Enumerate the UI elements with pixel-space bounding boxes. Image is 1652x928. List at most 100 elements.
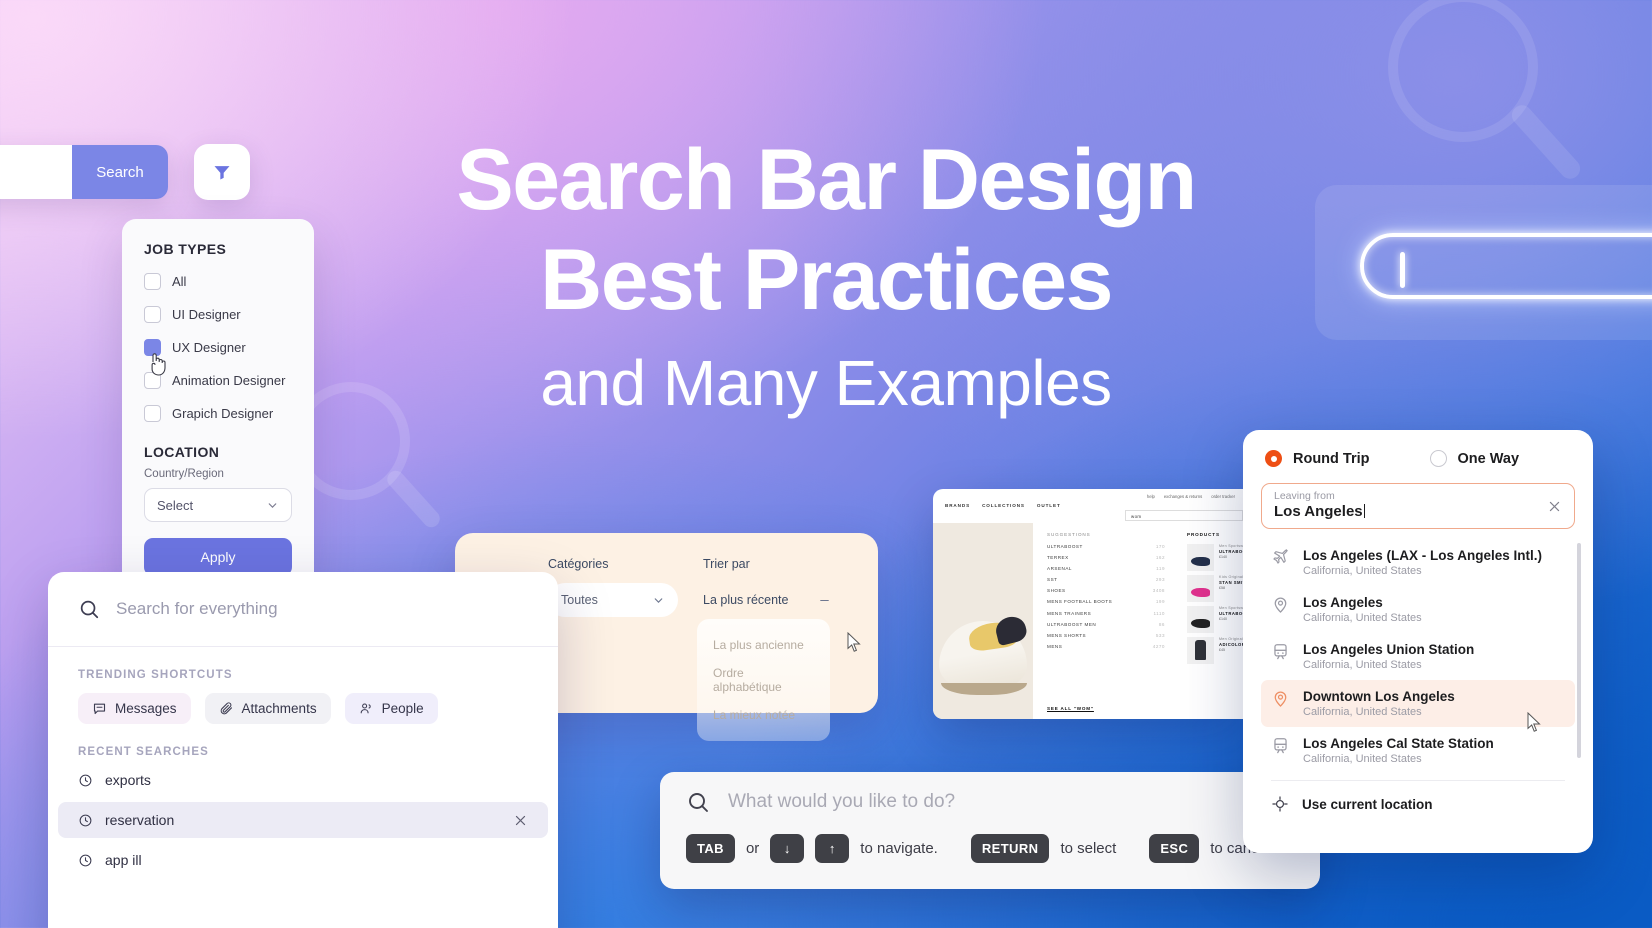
message-icon [93, 703, 106, 715]
location-title: Los Angeles Cal State Station [1303, 736, 1494, 751]
recent-search-item-active[interactable]: reservation [58, 802, 548, 838]
key-arrow-down[interactable]: ↓ [770, 834, 805, 863]
close-icon [515, 815, 526, 825]
product-brand: Men Sportswear [1219, 606, 1243, 610]
nav-outlet[interactable]: OUTLET [1037, 503, 1061, 508]
checkbox-ui-designer[interactable] [144, 306, 161, 323]
search-button[interactable]: Search [72, 145, 168, 199]
paperclip-icon [220, 702, 232, 715]
leaving-from-field[interactable]: Leaving from Los Angeles [1261, 483, 1575, 529]
sort-by-dropdown: La plus ancienne Ordre alphabétique La m… [697, 619, 830, 741]
leaving-from-label: Leaving from [1274, 490, 1335, 502]
use-current-location-button[interactable]: Use current location [1261, 787, 1575, 821]
search-field-group: Search [0, 145, 168, 199]
product-price: £58 [1219, 586, 1225, 591]
location-subtitle: California, United States [1303, 612, 1422, 624]
location-result-lax[interactable]: Los Angeles (LAX - Los Angeles Intl.) Ca… [1261, 539, 1575, 586]
country-region-select[interactable]: Select [144, 488, 292, 522]
job-type-option-all[interactable]: All [144, 273, 292, 290]
radio-round-trip[interactable] [1265, 450, 1282, 467]
clock-icon [79, 854, 92, 866]
location-subtitle: California, United States [1303, 565, 1422, 577]
shortcut-chip-attachments[interactable]: Attachments [204, 693, 331, 724]
shortcut-chip-people[interactable]: People [344, 693, 438, 724]
products-heading: PRODUCTS [1187, 532, 1220, 537]
command-palette: What would you like to do? TAB or ↓ ↑ to… [660, 772, 1320, 889]
job-type-option-grapich-designer[interactable]: Grapich Designer [144, 405, 292, 422]
shoe-thumb [1191, 557, 1210, 566]
apply-button[interactable]: Apply [144, 538, 292, 576]
clear-input-button[interactable] [1547, 499, 1562, 514]
location-subtitle: California, United States [1303, 659, 1422, 671]
checkbox-all[interactable] [144, 273, 161, 290]
suggestion-row[interactable]: MENS SHORTS 533 [1047, 633, 1165, 638]
key-return[interactable]: RETURN [970, 834, 1050, 863]
nav-collections[interactable]: COLLECTIONS [982, 503, 1025, 508]
job-type-option-ui-designer[interactable]: UI Designer [144, 306, 292, 323]
chevron-down-icon [654, 597, 663, 603]
see-all-link[interactable]: SEE ALL "WOM" [1047, 706, 1094, 711]
location-heading: LOCATION [144, 444, 220, 460]
recent-searches-heading: RECENT SEARCHES [78, 746, 209, 758]
background-magnifier-icon [1388, 0, 1538, 142]
product-row[interactable]: Men Originals ADICOLOR CLASSICS PR £45 [1187, 637, 1243, 664]
global-search-input-row[interactable]: Search for everything [48, 572, 558, 647]
trip-option-one-way[interactable]: One Way [1429, 450, 1519, 467]
radio-one-way[interactable] [1429, 450, 1447, 467]
remove-recent-search-button[interactable] [513, 813, 528, 828]
search-input[interactable] [0, 145, 72, 199]
suggestion-row[interactable]: TERREX 162 [1047, 555, 1165, 560]
trip-option-round-trip[interactable]: Round Trip [1265, 450, 1370, 467]
location-result-union-station[interactable]: Los Angeles Union Station California, Un… [1261, 633, 1575, 680]
key-tab[interactable]: TAB [686, 834, 735, 863]
utility-link-help[interactable]: help [1147, 494, 1155, 499]
leaving-from-value: Los Angeles [1274, 503, 1363, 520]
product-brand: Men Originals [1219, 637, 1243, 641]
location-result-los-angeles[interactable]: Los Angeles California, United States [1261, 586, 1575, 633]
categories-select[interactable]: Toutes [548, 583, 678, 617]
product-row[interactable]: Kids Originals STAN SMITH SHOES £58 [1187, 575, 1243, 602]
shop-products-column: PRODUCTS Men Sportswear ULTRABOOST 5 DNA… [1187, 532, 1243, 668]
recent-search-item[interactable]: app ill [48, 842, 558, 878]
trending-shortcuts-list: Messages Attachments People [48, 681, 558, 724]
sort-option-alphabetical[interactable]: Ordre alphabétique [697, 659, 830, 701]
leaving-from-value-row: Los Angeles [1274, 503, 1562, 520]
product-thumbnail [1187, 575, 1214, 602]
recent-search-item[interactable]: exports [48, 762, 558, 798]
product-row[interactable]: Men Sportswear ULTRABOOST 5 DNA SH £140 [1187, 544, 1243, 571]
minus-icon [820, 599, 829, 601]
scrollbar-thumb[interactable] [1577, 543, 1581, 758]
suggestion-row[interactable]: MENS FOOTBALL BOOTS 199 [1047, 599, 1165, 604]
shop-search-input[interactable]: wom [1125, 510, 1243, 521]
train-icon [1274, 738, 1287, 754]
checkbox-grapich-designer[interactable] [144, 405, 161, 422]
utility-link-exchanges[interactable]: exchanges & returns [1164, 494, 1202, 499]
key-esc[interactable]: ESC [1149, 834, 1200, 863]
job-type-label: Grapich Designer [172, 406, 274, 421]
clock-icon [79, 814, 92, 826]
suggestion-row[interactable]: ULTRABOOST MEN 86 [1047, 622, 1165, 627]
utility-link-order-tracker[interactable]: order tracker [1211, 494, 1235, 499]
shortcut-chip-messages[interactable]: Messages [78, 693, 191, 724]
shop-suggestions-column: SUGGESTIONS ULTRABOOST 170 TERREX 162 ARSE… [1047, 532, 1165, 668]
suggestion-row[interactable]: ULTRABOOST 170 [1047, 544, 1165, 549]
search-icon [80, 600, 99, 619]
nav-brands[interactable]: BRANDS [945, 503, 970, 508]
key-arrow-up[interactable]: ↑ [815, 834, 850, 863]
product-row[interactable]: Men Sportswear ULTRABOOST 5.0 DNA S £140 [1187, 606, 1243, 633]
suggestion-row[interactable]: SHOES 3408 [1047, 588, 1165, 593]
suggestion-row[interactable]: MENS TRAINERS 1110 [1047, 611, 1165, 616]
arrow-cursor-icon [1527, 712, 1541, 732]
suggestion-row[interactable]: MENS 4270 [1047, 644, 1165, 649]
hint-navigate: to navigate. [860, 840, 938, 857]
suggestion-row[interactable]: SST 293 [1047, 577, 1165, 582]
sort-option-best-rated[interactable]: La mieux notée [697, 701, 830, 729]
global-search-placeholder: Search for everything [116, 599, 278, 618]
location-result-cal-state-station[interactable]: Los Angeles Cal State Station California… [1261, 727, 1575, 774]
filter-button[interactable] [194, 144, 250, 200]
command-palette-input-row[interactable]: What would you like to do? [686, 790, 1294, 814]
hint-select: to select [1060, 840, 1117, 857]
sort-option-oldest[interactable]: La plus ancienne [697, 631, 830, 659]
sort-by-select[interactable]: La plus récente [703, 583, 831, 617]
suggestion-row[interactable]: ARSENAL 119 [1047, 566, 1165, 571]
